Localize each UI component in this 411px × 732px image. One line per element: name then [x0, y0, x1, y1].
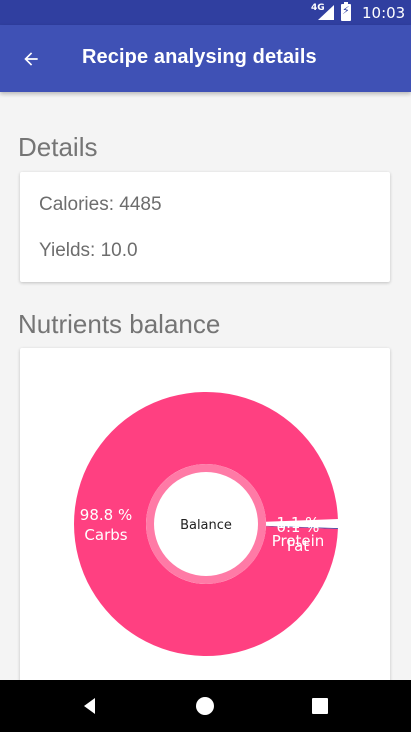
page-title: Recipe analysing details — [82, 46, 317, 68]
back-button[interactable] — [14, 42, 48, 76]
nav-recents-icon — [312, 698, 328, 714]
details-section-title: Details — [18, 132, 98, 162]
navigation-bar — [0, 680, 411, 732]
pie-label-carbs-value: 98.8 % — [80, 506, 132, 524]
signal-icon — [318, 5, 334, 20]
calories-text: Calories: 4485 — [39, 194, 162, 215]
nav-home-button[interactable] — [193, 694, 217, 718]
nav-home-icon — [196, 697, 214, 715]
nav-recents-button[interactable] — [308, 694, 332, 718]
yields-text: Yields: 10.0 — [39, 240, 138, 261]
details-card: Calories: 4485 Yields: 10.0 — [20, 172, 390, 282]
battery-icon: ⚡ — [341, 2, 351, 21]
app-bar: Recipe analysing details — [0, 25, 411, 92]
pie-label-fat-value: 0.1 % — [277, 518, 320, 536]
status-time: 10:03 — [362, 4, 406, 22]
arrow-left-icon — [24, 52, 38, 66]
pie-label-carbs-name: Carbs — [84, 526, 127, 544]
pie-center-label: Balance — [180, 518, 232, 533]
nutrients-card: Balance 98.8 % Carbs 1.1 % Protein 0.1 % Fat — [20, 348, 390, 688]
pie-label-fat-name: Fat — [287, 537, 309, 555]
battery-charging-glyph: ⚡ — [342, 4, 350, 17]
nutrients-section-title: Nutrients balance — [18, 309, 221, 339]
nutrients-pie-chart[interactable]: Balance98.8 %Carbs1.1 %Protein0.1 %Fat — [20, 348, 390, 688]
status-bar: 4G ⚡ 10:03 — [0, 0, 411, 25]
nav-back-button[interactable] — [78, 694, 102, 718]
nav-back-icon — [84, 698, 95, 714]
